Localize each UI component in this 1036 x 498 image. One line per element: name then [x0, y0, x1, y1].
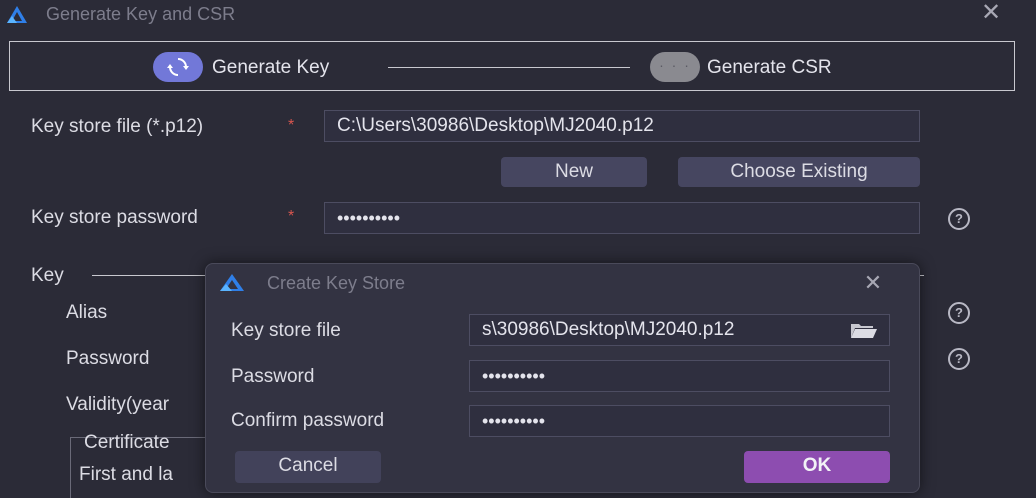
dialog-keystore-file-value: s\30986\Desktop\MJ2040.p12	[482, 319, 735, 340]
choose-existing-button[interactable]: Choose Existing	[678, 157, 920, 187]
create-keystore-dialog: Create Key Store ✕ Key store file s\3098…	[205, 263, 920, 493]
required-mark: *	[288, 117, 295, 134]
app-logo-icon	[220, 274, 244, 291]
sync-icon	[153, 52, 203, 82]
app-logo-icon	[7, 6, 27, 23]
step-connector	[388, 67, 630, 68]
dialog-keystore-file-input[interactable]: s\30986\Desktop\MJ2040.p12	[469, 314, 890, 346]
dialog-close-icon[interactable]: ✕	[860, 270, 886, 296]
new-button[interactable]: New	[501, 157, 647, 187]
validity-label: Validity(year	[66, 394, 170, 415]
window-title: Generate Key and CSR	[46, 4, 236, 24]
keystore-password-input[interactable]: ••••••••••	[324, 202, 920, 234]
step-generate-key: Generate Key	[212, 57, 330, 78]
ok-button[interactable]: OK	[744, 451, 890, 483]
window-close-icon[interactable]: ✕	[978, 0, 1004, 26]
title-bar: Generate Key and CSR ✕	[0, 0, 1036, 32]
dialog-password-input[interactable]: ••••••••••	[469, 360, 890, 392]
dialog-keystore-file-label: Key store file	[231, 320, 341, 341]
help-icon[interactable]: ?	[948, 208, 970, 230]
step-generate-csr: Generate CSR	[707, 57, 832, 78]
key-section-title: Key	[31, 265, 64, 286]
keystore-password-label: Key store password	[31, 207, 198, 228]
help-icon[interactable]: ?	[948, 348, 970, 370]
dialog-password-label: Password	[231, 366, 315, 387]
required-mark: *	[288, 208, 295, 225]
key-password-label: Password	[66, 348, 150, 369]
more-dots-icon: · · ·	[650, 52, 700, 82]
dialog-confirm-input[interactable]: ••••••••••	[469, 405, 890, 437]
first-last-name-label: First and la	[79, 464, 173, 485]
folder-open-icon[interactable]	[849, 320, 879, 340]
dialog-confirm-label: Confirm password	[231, 410, 385, 431]
cancel-button[interactable]: Cancel	[235, 451, 381, 483]
help-icon[interactable]: ?	[948, 302, 970, 324]
dialog-title: Create Key Store	[267, 273, 406, 293]
certificate-label: Certificate	[84, 432, 170, 453]
keystore-file-input[interactable]: C:\Users\30986\Desktop\MJ2040.p12	[324, 110, 920, 142]
keystore-file-label: Key store file (*.p12)	[31, 116, 204, 137]
alias-label: Alias	[66, 302, 108, 323]
